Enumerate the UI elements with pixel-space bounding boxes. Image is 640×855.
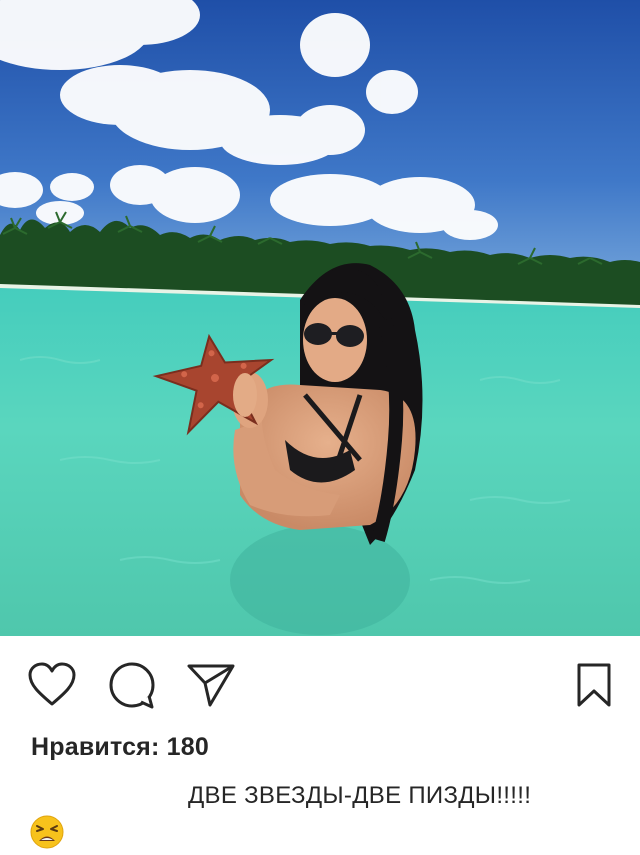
post-photo[interactable] [0, 0, 640, 636]
like-count[interactable]: Нравится: 180 [31, 733, 209, 762]
weary-face-emoji [30, 815, 64, 849]
beach-photo [0, 0, 640, 636]
bookmark-icon[interactable] [569, 660, 619, 710]
share-icon[interactable] [186, 660, 236, 710]
heart-icon[interactable] [27, 660, 77, 710]
post-caption: ДВЕ ЗВЕЗДЫ-ДВЕ ПИЗДЫ!!!!! [188, 782, 532, 809]
action-bar [0, 636, 640, 736]
comment-icon[interactable] [107, 660, 157, 710]
